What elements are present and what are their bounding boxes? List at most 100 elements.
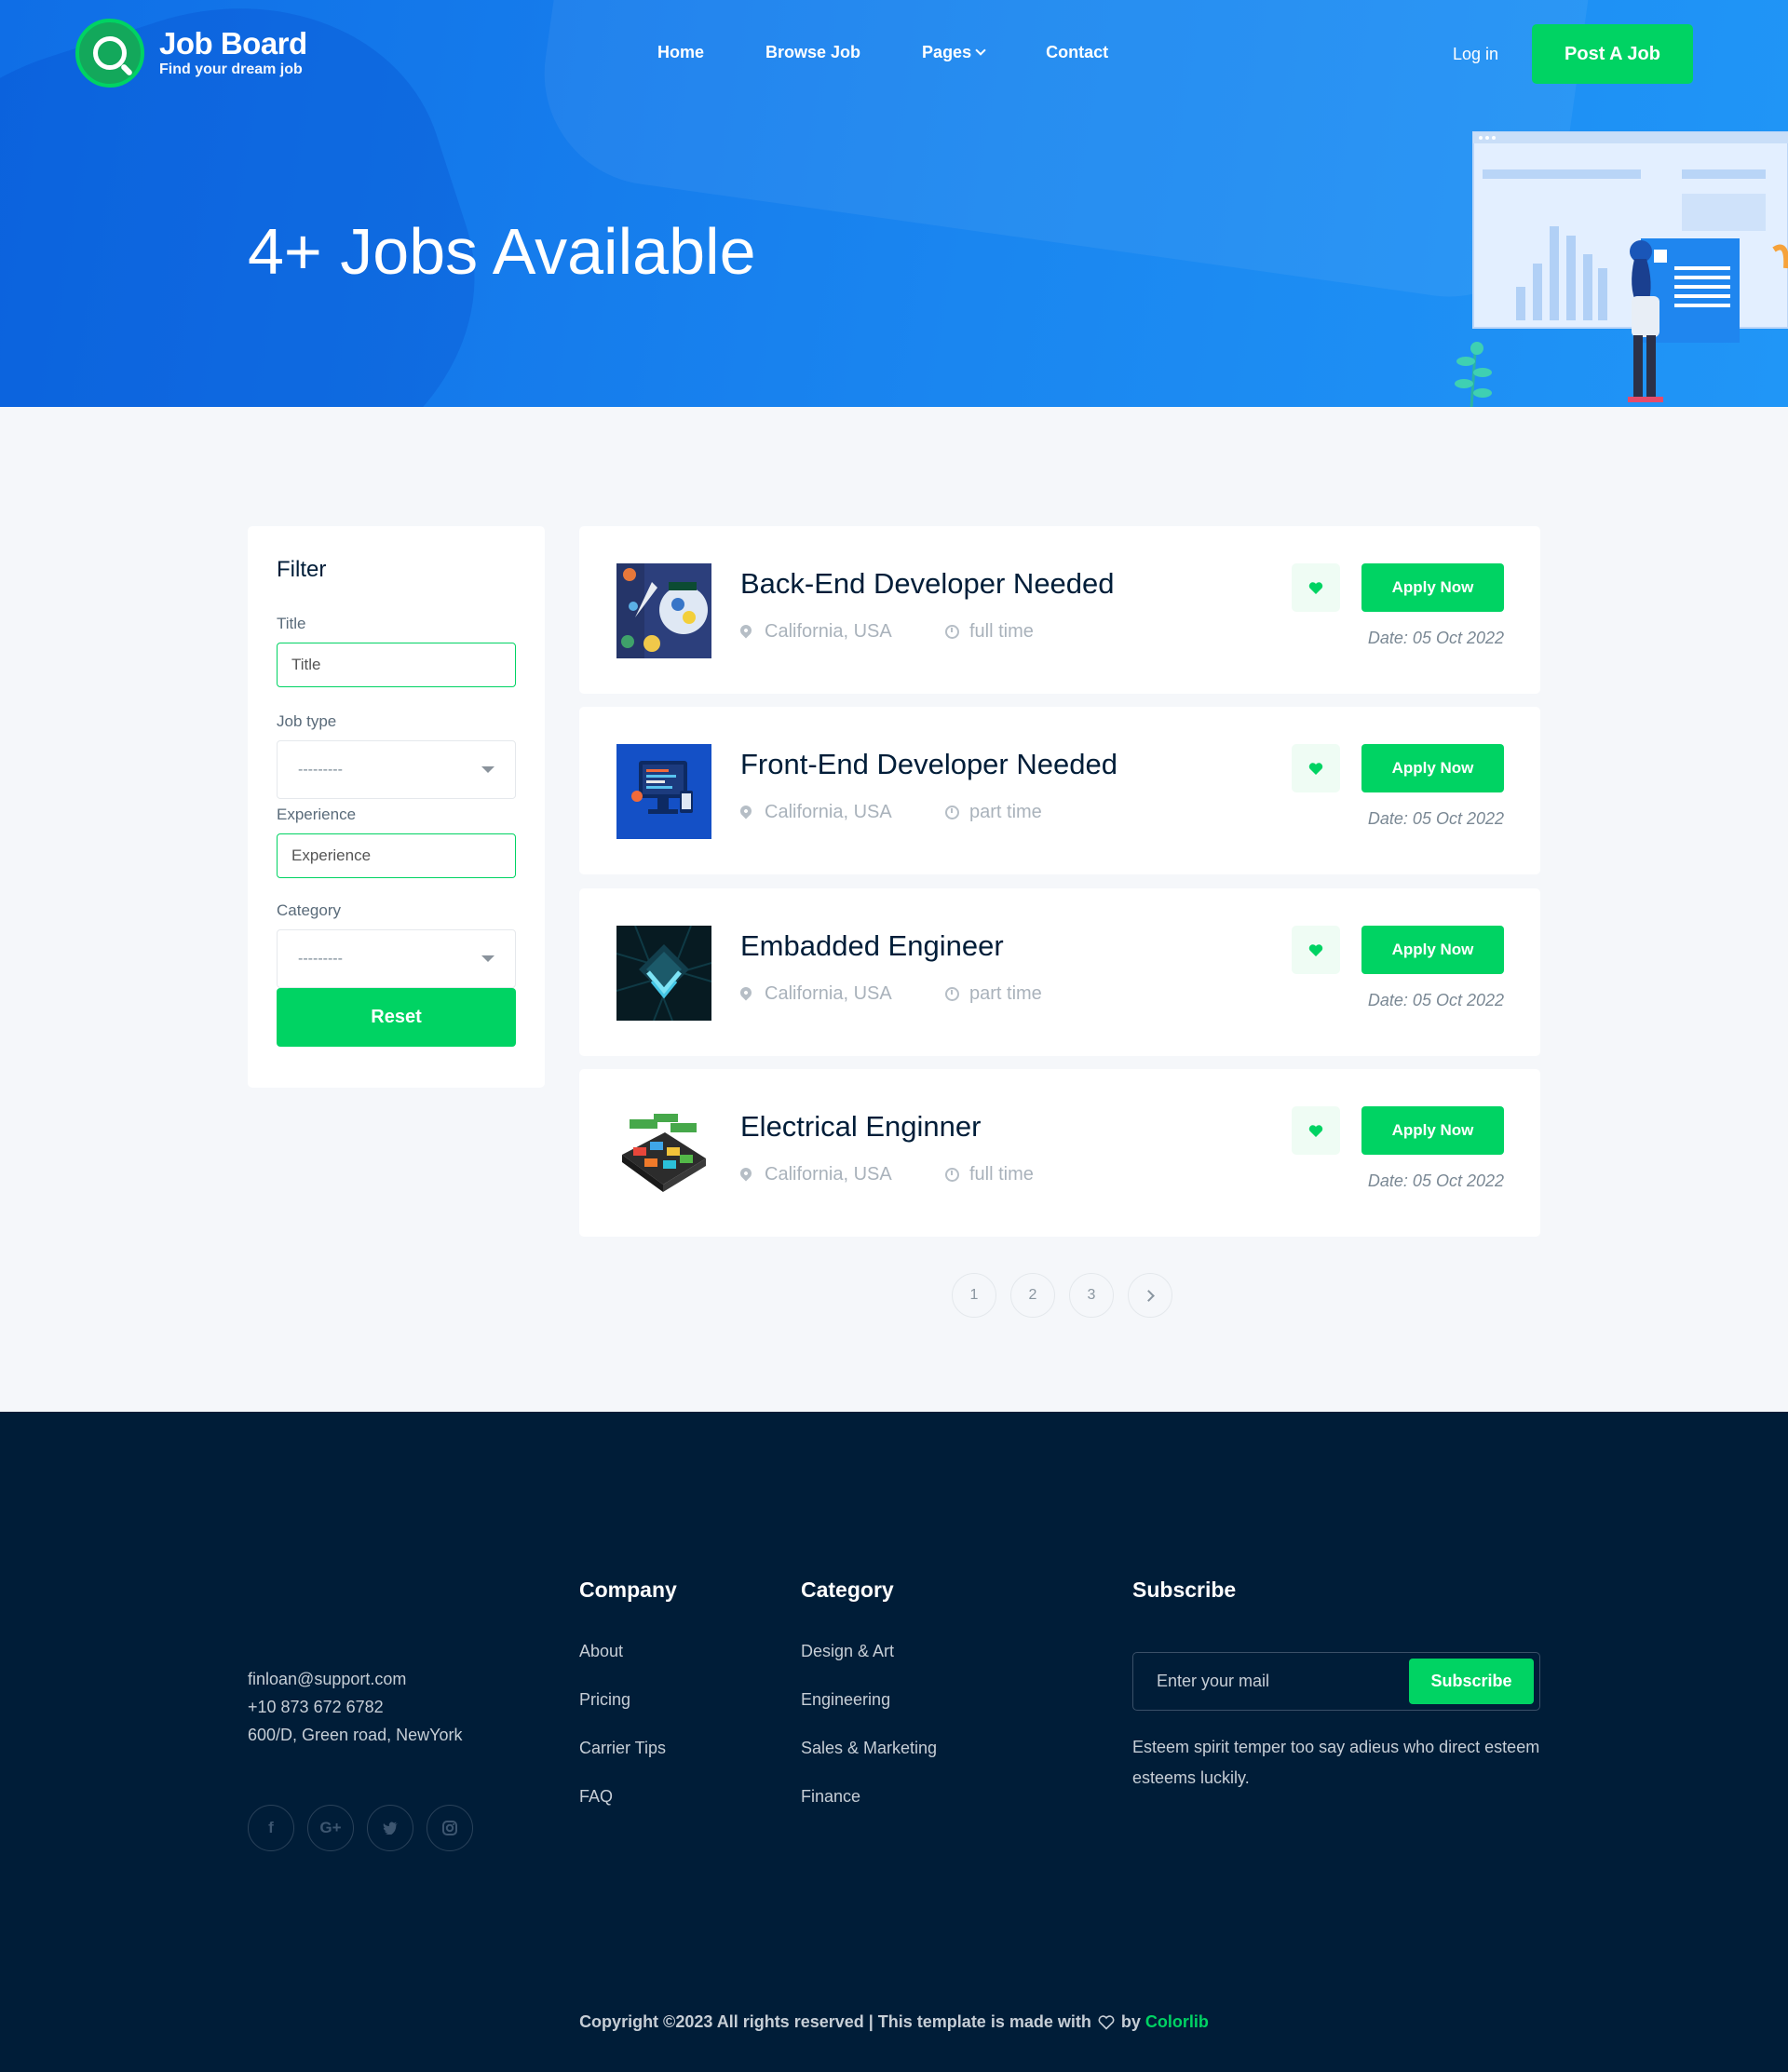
- category-select[interactable]: ---------: [277, 929, 516, 988]
- brand-tagline: Find your dream job: [159, 61, 303, 77]
- chevron-right-icon: [1142, 1289, 1155, 1302]
- footer-link-finance[interactable]: Finance: [801, 1786, 937, 1807]
- title-input[interactable]: Title: [277, 643, 516, 687]
- footer-link-sales-marketing[interactable]: Sales & Marketing: [801, 1738, 937, 1758]
- job-type: part time: [969, 802, 1042, 822]
- footer-company-column: Company About Pricing Carrier Tips FAQ: [579, 1578, 677, 1835]
- google-plus-icon[interactable]: G+: [307, 1805, 354, 1851]
- job-card: Front-End Developer Needed California, U…: [579, 707, 1540, 874]
- search-logo-icon: [75, 19, 144, 88]
- contact-address: 600/D, Green road, NewYork: [248, 1726, 463, 1744]
- footer-category-column: Category Design & Art Engineering Sales …: [801, 1578, 937, 1835]
- caret-down-icon: [481, 955, 494, 962]
- heart-icon: [1308, 581, 1323, 594]
- job-meta: California, USA full time: [738, 1164, 1034, 1185]
- footer-subscribe-column: Subscribe: [1132, 1578, 1236, 1641]
- apply-now-button[interactable]: Apply Now: [1361, 926, 1504, 974]
- apply-now-button[interactable]: Apply Now: [1361, 1106, 1504, 1155]
- job-card: Embadded Engineer California, USA part t…: [579, 888, 1540, 1056]
- favorite-button[interactable]: [1292, 1106, 1340, 1155]
- colorlib-link[interactable]: Colorlib: [1145, 2012, 1209, 2031]
- email-input[interactable]: Enter your mail: [1157, 1672, 1269, 1691]
- job-meta: California, USA part time: [738, 802, 1042, 823]
- heart-icon: [1308, 1124, 1323, 1137]
- pagination: 1 2 3: [952, 1273, 1186, 1318]
- favorite-button[interactable]: [1292, 563, 1340, 612]
- favorite-button[interactable]: [1292, 926, 1340, 974]
- footer-contact: finloan@support.com +10 873 672 6782 600…: [248, 1665, 462, 1749]
- experience-label: Experience: [277, 806, 357, 823]
- contact-email[interactable]: finloan@support.com: [248, 1665, 462, 1693]
- nav-pages[interactable]: Pages: [922, 43, 986, 62]
- chevron-down-icon: [975, 44, 986, 56]
- favorite-button[interactable]: [1292, 744, 1340, 792]
- facebook-icon[interactable]: f: [248, 1805, 294, 1851]
- location-pin-icon: [738, 984, 754, 1000]
- job-date: Date: 05 Oct 2022: [1367, 809, 1504, 828]
- job-meta: California, USA part time: [738, 983, 1042, 1005]
- jobtype-label: Job type: [277, 712, 337, 730]
- subscribe-description: Esteem spirit temper too say adieus who …: [1132, 1738, 1540, 1787]
- page-3-button[interactable]: 3: [1069, 1273, 1114, 1318]
- job-thumbnail[interactable]: [616, 1106, 711, 1201]
- job-title[interactable]: Electrical Enginner: [740, 1110, 981, 1144]
- job-title[interactable]: Embadded Engineer: [740, 929, 1004, 963]
- subscribe-button[interactable]: Subscribe: [1409, 1659, 1534, 1704]
- jobtype-value: ---------: [298, 761, 343, 778]
- experience-input[interactable]: Experience: [277, 833, 516, 878]
- location-pin-icon: [738, 803, 754, 819]
- page-2-button[interactable]: 2: [1010, 1273, 1055, 1318]
- experience-input-placeholder: Experience: [291, 846, 372, 864]
- caret-down-icon: [481, 766, 494, 773]
- footer-link-carrier-tips[interactable]: Carrier Tips: [579, 1738, 677, 1758]
- title-label: Title: [277, 615, 306, 632]
- contact-phone: +10 873 672 6782: [248, 1698, 384, 1716]
- jobtype-select[interactable]: ---------: [277, 740, 516, 799]
- job-location: California, USA: [765, 621, 892, 642]
- job-location: California, USA: [765, 1164, 892, 1185]
- filter-heading: Filter: [277, 557, 327, 582]
- job-location: California, USA: [765, 983, 892, 1004]
- footer-link-about[interactable]: About: [579, 1641, 677, 1661]
- next-page-button[interactable]: [1128, 1273, 1172, 1318]
- job-thumbnail[interactable]: [616, 563, 711, 658]
- instagram-icon[interactable]: [427, 1805, 473, 1851]
- job-meta: California, USA full time: [738, 621, 1034, 643]
- company-heading: Company: [579, 1578, 677, 1602]
- apply-now-button[interactable]: Apply Now: [1361, 744, 1504, 792]
- hero-illustration: [1455, 131, 1788, 407]
- nav-pages-label: Pages: [922, 43, 972, 61]
- page-1-button[interactable]: 1: [952, 1273, 996, 1318]
- job-card: Electrical Enginner California, USA full…: [579, 1069, 1540, 1237]
- clock-icon: [945, 1168, 959, 1182]
- job-thumbnail[interactable]: [616, 744, 711, 839]
- apply-now-button[interactable]: Apply Now: [1361, 563, 1504, 612]
- twitter-icon[interactable]: [367, 1805, 413, 1851]
- job-type: full time: [969, 1164, 1034, 1185]
- post-job-button[interactable]: Post A Job: [1532, 24, 1693, 84]
- job-title[interactable]: Front-End Developer Needed: [740, 748, 1118, 781]
- footer-link-engineering[interactable]: Engineering: [801, 1689, 937, 1710]
- job-type: part time: [969, 983, 1042, 1004]
- logo[interactable]: Job Board Find your dream job: [75, 19, 307, 88]
- category-heading: Category: [801, 1578, 894, 1602]
- footer-link-design-art[interactable]: Design & Art: [801, 1641, 937, 1661]
- main-nav: Home Browse Job Pages Contact: [657, 43, 1170, 62]
- reset-button[interactable]: Reset: [277, 988, 516, 1047]
- nav-home[interactable]: Home: [657, 43, 704, 62]
- page-title: 4+ Jobs Available: [248, 215, 756, 288]
- social-links: f G+: [248, 1805, 486, 1851]
- footer-link-pricing[interactable]: Pricing: [579, 1689, 677, 1710]
- login-link[interactable]: Log in: [1453, 45, 1498, 64]
- category-label: Category: [277, 901, 341, 919]
- clock-icon: [945, 987, 959, 1001]
- job-card: Back-End Developer Needed California, US…: [579, 526, 1540, 694]
- job-title[interactable]: Back-End Developer Needed: [740, 567, 1115, 601]
- footer: finloan@support.com +10 873 672 6782 600…: [0, 1412, 1788, 2072]
- copyright-text: Copyright ©2023 All rights reserved | Th…: [579, 2012, 1091, 2031]
- location-pin-icon: [738, 622, 754, 638]
- footer-link-faq[interactable]: FAQ: [579, 1786, 677, 1807]
- job-thumbnail[interactable]: [616, 926, 711, 1021]
- nav-contact[interactable]: Contact: [1046, 43, 1108, 62]
- nav-browse-job[interactable]: Browse Job: [765, 43, 860, 62]
